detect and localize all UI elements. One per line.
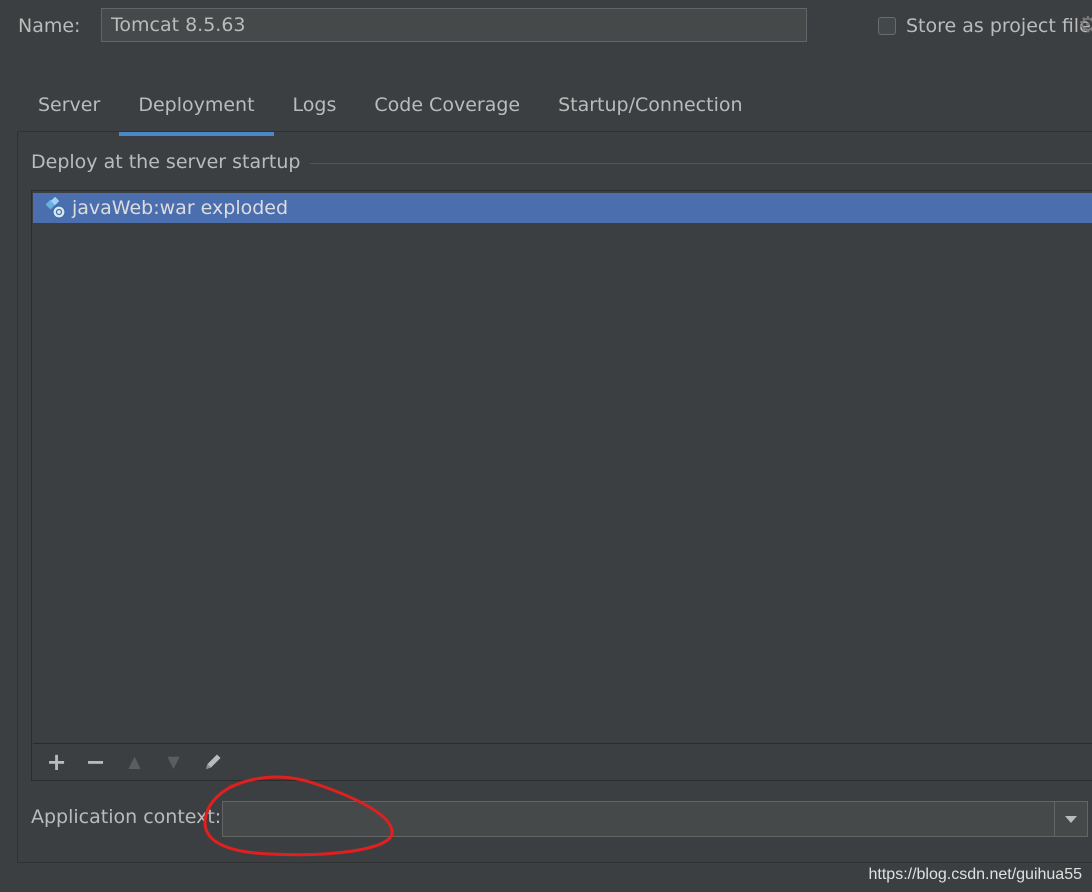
store-as-project-file-checkbox[interactable] — [878, 17, 896, 35]
gear-icon[interactable]: ⚙ — [1078, 13, 1092, 39]
move-up-button[interactable]: ▲ — [119, 748, 150, 776]
name-label: Name: — [18, 15, 81, 37]
tab-bar: Server Deployment Logs Code Coverage Sta… — [19, 86, 762, 136]
tab-server[interactable]: Server — [19, 86, 119, 136]
add-button[interactable]: + — [41, 748, 72, 776]
edit-button[interactable] — [197, 748, 228, 776]
chevron-down-icon[interactable] — [1054, 802, 1087, 836]
tab-logs[interactable]: Logs — [274, 86, 356, 136]
tab-startup-connection[interactable]: Startup/Connection — [539, 86, 761, 136]
watermark: https://blog.csdn.net/guihua55 — [868, 866, 1083, 883]
tab-code-coverage[interactable]: Code Coverage — [355, 86, 539, 136]
name-field[interactable] — [101, 8, 807, 42]
application-context-combo[interactable] — [222, 801, 1088, 837]
tab-deployment[interactable]: Deployment — [119, 86, 274, 136]
deployment-list[interactable]: javaWeb:war exploded + − ▲ ▼ — [31, 190, 1092, 781]
application-context-input[interactable] — [223, 802, 1054, 836]
move-down-button[interactable]: ▼ — [158, 748, 189, 776]
remove-button[interactable]: − — [80, 748, 111, 776]
application-context-label: Application context: — [31, 806, 222, 828]
deploy-section-title: Deploy at the server startup — [31, 151, 311, 173]
list-item[interactable]: javaWeb:war exploded — [33, 193, 1092, 223]
list-item-label: javaWeb:war exploded — [72, 197, 289, 219]
list-toolbar: + − ▲ ▼ — [33, 743, 1092, 779]
store-as-project-file[interactable]: Store as project file — [878, 15, 1091, 37]
war-exploded-artifact-icon — [45, 196, 67, 219]
section-divider — [280, 163, 1092, 164]
pencil-icon — [205, 754, 220, 769]
store-as-project-file-label: Store as project file — [906, 15, 1091, 37]
